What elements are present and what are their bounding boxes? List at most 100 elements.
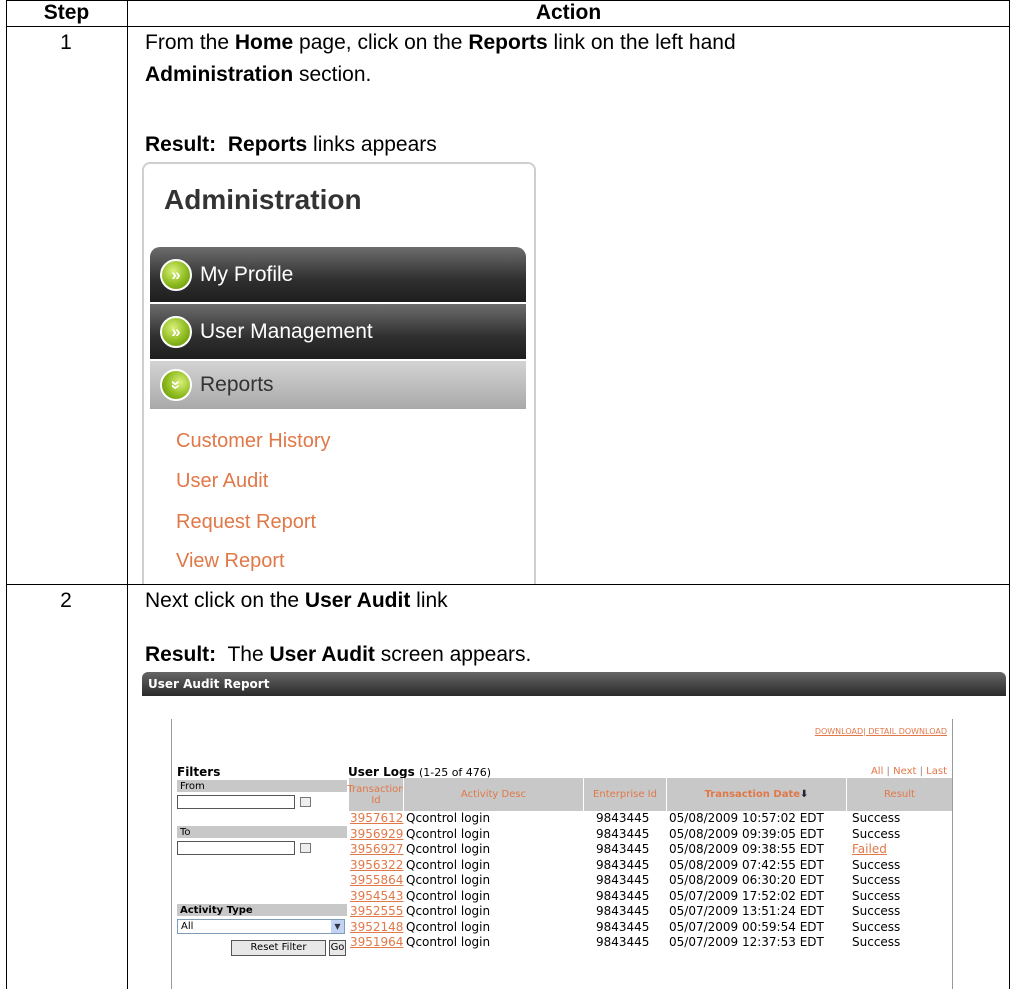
from-label: From <box>177 779 347 792</box>
step-number: 2 <box>60 589 72 612</box>
column-header-transaction-date[interactable]: Transaction Date ⬇ <box>666 778 846 811</box>
download-links: DOWNLOAD| DETAIL DOWNLOAD <box>814 727 947 736</box>
column-divider <box>127 0 128 989</box>
menu-item-label: My Profile <box>200 262 294 286</box>
result: Success <box>852 904 901 918</box>
result: Success <box>852 935 901 949</box>
transaction-id-link[interactable]: 3954543 <box>350 889 403 904</box>
administration-panel: Administration » My Profile » User Manag… <box>142 162 536 584</box>
detail-download-link[interactable]: DETAIL DOWNLOAD <box>868 727 947 736</box>
transaction-id-link[interactable]: 3955864 <box>350 873 403 888</box>
user-logs-title: User Logs (1-25 of 476) <box>348 765 492 779</box>
menu-item-reports[interactable]: » Reports <box>150 361 526 409</box>
nav-next[interactable]: Next <box>893 766 916 777</box>
result: Success <box>852 857 901 872</box>
activity-desc: Qcontrol login <box>406 826 491 841</box>
sublink-view-report[interactable]: View Report <box>176 549 285 573</box>
chevron-down-icon: ▼ <box>331 920 344 933</box>
activity-desc: Qcontrol login <box>406 919 491 934</box>
menu-item-label: User Management <box>200 319 373 343</box>
result: Success <box>852 826 901 841</box>
double-chevron-right-icon: » <box>160 315 192 348</box>
transaction-date: 05/07/2009 13:51:24 EDT <box>669 904 824 918</box>
step-instruction-cont: Administration section. <box>145 63 372 86</box>
sublink-customer-history[interactable]: Customer History <box>176 429 330 453</box>
go-button[interactable]: Go <box>329 940 346 956</box>
pagination: All | Next | Last <box>870 766 947 777</box>
transaction-date: 05/08/2009 07:42:55 EDT <box>669 857 824 872</box>
enterprise-id: 9843445 <box>596 904 650 918</box>
table-border-right <box>1009 0 1010 989</box>
activity-desc: Qcontrol login <box>406 935 491 949</box>
menu-item-user-management[interactable]: » User Management <box>150 304 526 359</box>
enterprise-id: 9843445 <box>596 935 650 949</box>
activity-desc: Qcontrol login <box>406 857 491 872</box>
sort-down-arrow-icon: ⬇ <box>800 789 809 800</box>
calendar-icon[interactable] <box>300 843 311 853</box>
transaction-id-link[interactable]: 3956929 <box>350 827 403 842</box>
activity-desc: Qcontrol login <box>406 842 491 856</box>
column-header-transaction-id[interactable]: Transaction Id <box>347 778 405 811</box>
transaction-date: 05/07/2009 12:37:53 EDT <box>669 935 824 949</box>
enterprise-id: 9843445 <box>596 826 650 841</box>
activity-desc: Qcontrol login <box>406 873 491 887</box>
step-result: Result: The User Audit screen appears. <box>145 643 532 666</box>
transaction-date: 05/08/2009 06:30:20 EDT <box>669 873 824 887</box>
activity-type-select[interactable]: All ▼ <box>177 919 345 934</box>
table-border-top <box>6 0 1010 1</box>
from-date-input[interactable] <box>177 795 295 809</box>
result-failed-link[interactable]: Failed <box>852 842 887 857</box>
to-label: To <box>177 825 347 838</box>
transaction-id-link[interactable]: 3952148 <box>350 920 403 935</box>
table-border-left <box>6 0 7 989</box>
transaction-id-link[interactable]: 3956927 <box>350 842 403 857</box>
enterprise-id: 9843445 <box>596 888 650 903</box>
select-value: All <box>181 921 194 932</box>
transaction-id-link[interactable]: 3952555 <box>350 904 403 919</box>
transaction-id-link[interactable]: 3951964 <box>350 935 403 950</box>
transaction-date: 05/07/2009 00:59:54 EDT <box>669 919 824 934</box>
menu-item-my-profile[interactable]: » My Profile <box>150 247 526 302</box>
enterprise-id: 9843445 <box>596 919 650 934</box>
transaction-id-link[interactable]: 3957612 <box>350 811 403 826</box>
double-chevron-right-icon: » <box>160 258 192 291</box>
transaction-id-link[interactable]: 3956322 <box>350 858 403 873</box>
enterprise-id: 9843445 <box>596 873 650 887</box>
report-body: DOWNLOAD| DETAIL DOWNLOAD Filters From T… <box>171 719 953 989</box>
step-number: 1 <box>60 31 72 54</box>
step-result: Result: Reports links appears <box>145 133 437 156</box>
sublink-request-report[interactable]: Request Report <box>176 510 316 534</box>
user-audit-report: User Audit Report DOWNLOAD| DETAIL DOWNL… <box>142 672 1006 989</box>
transaction-date: 05/08/2009 09:39:05 EDT <box>669 826 824 841</box>
result: Success <box>852 888 901 903</box>
enterprise-id: 9843445 <box>596 842 650 856</box>
report-title-bar: User Audit Report <box>142 672 1006 696</box>
result: Success <box>852 919 901 934</box>
to-date-input[interactable] <box>177 841 295 855</box>
step-instruction: From the Home page, click on the Reports… <box>145 31 736 54</box>
row-divider <box>6 584 1010 585</box>
transaction-date: 05/07/2009 17:52:02 EDT <box>669 888 824 903</box>
reset-filter-button[interactable]: Reset Filter <box>231 940 326 956</box>
column-header-activity-desc[interactable]: Activity Desc <box>403 778 583 811</box>
nav-last[interactable]: Last <box>926 766 947 777</box>
download-link[interactable]: DOWNLOAD <box>815 727 863 736</box>
activity-desc: Qcontrol login <box>406 904 491 918</box>
header-divider <box>6 26 1010 27</box>
activity-type-label: Activity Type <box>177 903 347 916</box>
activity-desc: Qcontrol login <box>406 888 491 903</box>
panel-title: Administration <box>164 184 362 215</box>
calendar-icon[interactable] <box>300 797 311 807</box>
column-header-enterprise-id[interactable]: Enterprise Id <box>583 778 666 811</box>
step-instruction: Next click on the User Audit link <box>145 589 448 612</box>
sublink-user-audit[interactable]: User Audit <box>176 469 268 493</box>
enterprise-id: 9843445 <box>596 811 650 825</box>
result: Success <box>852 811 901 825</box>
double-chevron-down-icon: » <box>160 369 192 401</box>
nav-all[interactable]: All <box>871 766 883 777</box>
transaction-date: 05/08/2009 09:38:55 EDT <box>669 842 824 856</box>
column-header-result[interactable]: Result <box>846 778 952 811</box>
enterprise-id: 9843445 <box>596 857 650 872</box>
result: Success <box>852 873 901 887</box>
menu-item-label: Reports <box>200 373 274 396</box>
